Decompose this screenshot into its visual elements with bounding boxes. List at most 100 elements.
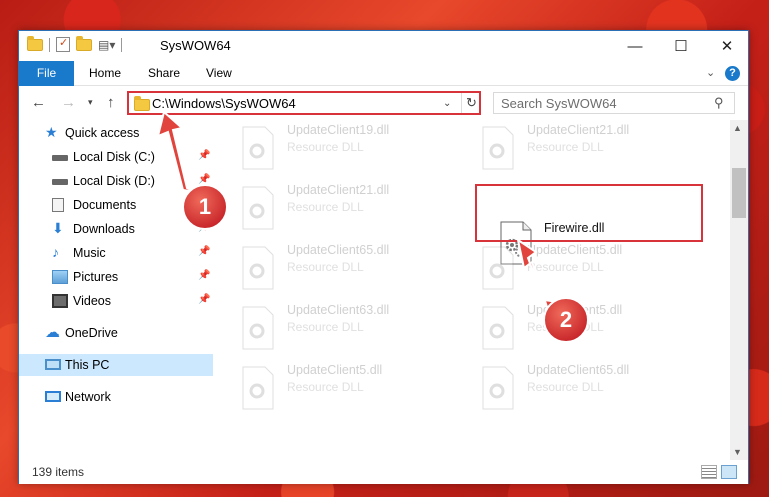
- file-item[interactable]: UpdateClient21.dll Resource DLL: [217, 180, 447, 236]
- file-name: UpdateClient63.dll: [287, 303, 390, 317]
- sidebar-item-onedrive[interactable]: ☁ OneDrive: [19, 322, 213, 344]
- file-name: UpdateClient21.dll: [527, 123, 630, 137]
- sidebar-item-label: Music: [73, 246, 106, 260]
- sidebar-item-downloads[interactable]: ⬇ Downloads 📌: [19, 218, 213, 240]
- sidebar-item-label: Local Disk (C:): [73, 150, 155, 164]
- vertical-scrollbar[interactable]: ▲ ▼: [730, 120, 748, 460]
- file-item[interactable]: UpdateClient19.dll Resource DLL: [217, 120, 447, 176]
- callout-number: 1: [198, 194, 212, 219]
- navigation-pane: ★ Quick access Local Disk (C:) 📌 Local D…: [19, 120, 213, 460]
- file-item[interactable]: UpdateClient5.dll Resource DLL: [457, 240, 687, 296]
- up-arrow-icon[interactable]: ↑: [107, 94, 115, 111]
- file-type: Resource DLL: [287, 320, 364, 334]
- file-item[interactable]: UpdateClient63.dll Resource DLL: [217, 300, 447, 356]
- pin-icon[interactable]: 📌: [198, 246, 210, 257]
- address-dropdown-icon[interactable]: ⌄: [443, 98, 451, 109]
- sidebar-item-label: Local Disk (D:): [73, 174, 155, 188]
- dll-file-icon: [242, 306, 274, 350]
- pin-icon[interactable]: 📌: [198, 150, 210, 161]
- file-type: Resource DLL: [287, 380, 364, 394]
- sidebar-item-local-disk-d[interactable]: Local Disk (D:) 📌: [19, 170, 213, 192]
- music-icon: ♪: [52, 244, 59, 260]
- toolbar-separator: [49, 37, 50, 52]
- sidebar-item-videos[interactable]: Videos 📌: [19, 290, 213, 312]
- sidebar-item-local-disk-c[interactable]: Local Disk (C:) 📌: [19, 146, 213, 168]
- tab-view[interactable]: View: [206, 61, 232, 86]
- address-bar[interactable]: C:\Windows\SysWOW64 ⌄ ↻: [127, 91, 481, 115]
- quick-access-toolbar: ▤▾: [27, 35, 123, 52]
- file-type: Resource DLL: [287, 200, 364, 214]
- new-folder-icon[interactable]: [76, 35, 92, 51]
- callout-number: 2: [559, 307, 573, 332]
- item-count: 139 items: [32, 465, 85, 479]
- properties-icon[interactable]: [56, 36, 70, 52]
- file-type: Resource DLL: [527, 380, 604, 394]
- file-item[interactable]: UpdateClient65.dll Resource DLL: [217, 240, 447, 296]
- sidebar-item-label: OneDrive: [65, 326, 118, 340]
- details-view-icon[interactable]: [701, 465, 717, 479]
- dll-file-icon: [482, 306, 514, 350]
- dll-file-icon: [242, 246, 274, 290]
- pin-icon[interactable]: 📌: [198, 294, 210, 305]
- scroll-down-icon[interactable]: ▼: [733, 447, 742, 457]
- toolbar-separator: [121, 37, 123, 52]
- recent-locations-icon[interactable]: ▾: [88, 97, 93, 108]
- minimize-button[interactable]: —: [612, 31, 658, 61]
- file-item[interactable]: UpdateClient65.dll Resource DLL: [457, 360, 687, 416]
- file-name: UpdateClient5.dll: [527, 243, 623, 257]
- sidebar-item-label: Videos: [73, 294, 111, 308]
- search-input[interactable]: [494, 93, 704, 113]
- pin-icon[interactable]: 📌: [198, 174, 210, 185]
- sidebar-item-label: This PC: [65, 358, 110, 372]
- title-bar[interactable]: ▤▾ SysWOW64 — ☐ ✕: [19, 31, 748, 61]
- sidebar-item-pictures[interactable]: Pictures 📌: [19, 266, 213, 288]
- status-bar: 139 items: [19, 461, 748, 484]
- expand-ribbon-icon[interactable]: ⌄: [706, 66, 715, 79]
- computer-icon: [45, 359, 61, 370]
- close-button[interactable]: ✕: [704, 31, 750, 61]
- documents-icon: [52, 198, 64, 212]
- dll-file-icon: [242, 186, 274, 230]
- sidebar-item-label: Pictures: [73, 270, 119, 284]
- pin-icon[interactable]: 📌: [198, 270, 210, 281]
- scrollbar-thumb[interactable]: [732, 168, 746, 218]
- forward-arrow-icon[interactable]: →: [61, 94, 76, 111]
- customize-toolbar-icon[interactable]: ▤▾: [98, 38, 115, 52]
- sidebar-item-quick-access[interactable]: ★ Quick access: [19, 122, 213, 144]
- download-icon: ⬇: [52, 220, 64, 236]
- file-name: UpdateClient65.dll: [287, 243, 390, 257]
- navigation-bar: ← → ▾ ↑ C:\Windows\SysWOW64 ⌄ ↻ ⚲: [19, 87, 748, 119]
- file-type: Resource DLL: [287, 140, 364, 154]
- file-item[interactable]: UpdateClient5.dll Resource DLL: [217, 360, 447, 416]
- help-icon[interactable]: ?: [725, 66, 740, 81]
- file-name: UpdateClient19.dll: [287, 123, 390, 137]
- address-path[interactable]: C:\Windows\SysWOW64: [152, 96, 296, 111]
- sidebar-item-this-pc[interactable]: This PC: [19, 354, 213, 376]
- sidebar-item-network[interactable]: Network: [19, 386, 213, 408]
- file-name: UpdateClient65.dll: [527, 363, 630, 377]
- file-name: UpdateClient5.dll: [287, 363, 383, 377]
- file-list: UpdateClient19.dll Resource DLL UpdateCl…: [217, 120, 729, 460]
- folder-icon: [27, 35, 43, 51]
- maximize-button[interactable]: ☐: [658, 31, 704, 61]
- file-type: Resource DLL: [287, 260, 364, 274]
- tiles-view-icon[interactable]: [721, 465, 737, 479]
- refresh-icon[interactable]: ↻: [461, 93, 481, 113]
- sidebar-item-music[interactable]: ♪ Music 📌: [19, 242, 213, 264]
- sidebar-item-label: Documents: [73, 198, 137, 212]
- search-icon[interactable]: ⚲: [714, 95, 724, 111]
- back-arrow-icon[interactable]: ←: [31, 94, 46, 111]
- dll-file-icon: [482, 126, 514, 170]
- tab-home[interactable]: Home: [89, 61, 121, 86]
- videos-icon: [52, 294, 68, 308]
- file-highlight-box: [475, 184, 703, 242]
- tab-share[interactable]: Share: [148, 61, 180, 86]
- pin-icon[interactable]: 📌: [198, 222, 210, 233]
- search-box[interactable]: ⚲: [493, 92, 735, 114]
- dll-file-icon: [242, 366, 274, 410]
- tab-file[interactable]: File: [19, 61, 74, 86]
- scroll-up-icon[interactable]: ▲: [733, 123, 742, 133]
- dll-file-icon: [482, 366, 514, 410]
- pictures-icon: [52, 270, 68, 284]
- file-item[interactable]: UpdateClient21.dll Resource DLL: [457, 120, 687, 176]
